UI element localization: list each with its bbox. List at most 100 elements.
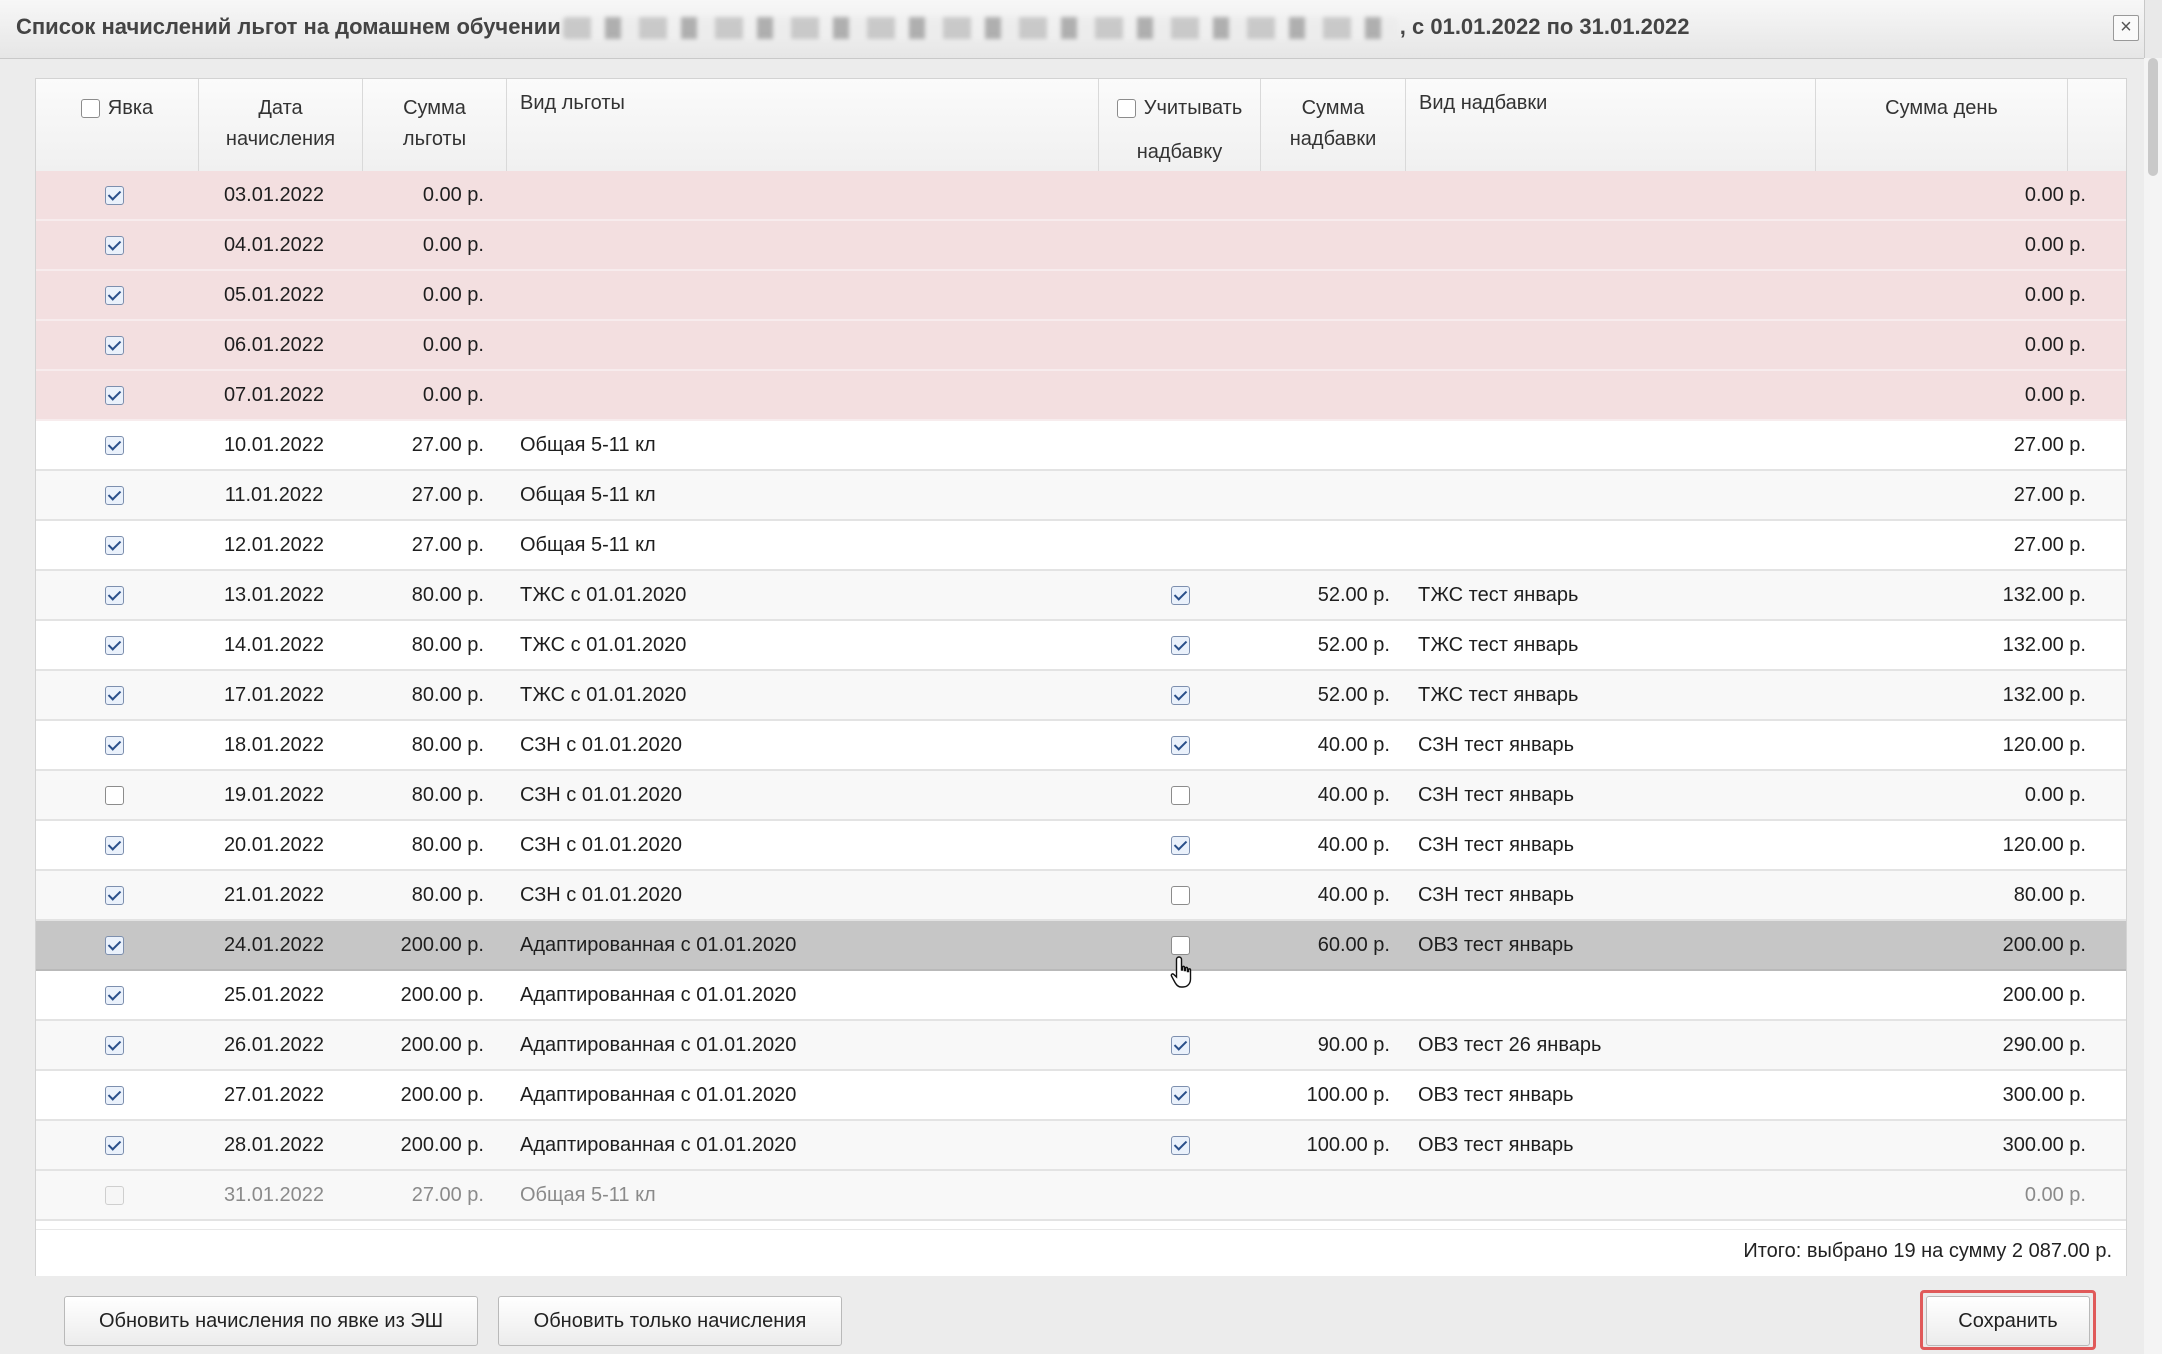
day-sum: 200.00 р. [2002, 934, 2086, 956]
header-allowance-line2: надбавку [1136, 141, 1223, 163]
attendance-checkbox[interactable] [104, 586, 124, 606]
attendance-checkbox[interactable] [104, 186, 124, 206]
accrual-date: 06.01.2022 [223, 334, 325, 356]
allowance-type [1418, 171, 1818, 219]
attendance-checkbox[interactable] [104, 436, 124, 456]
close-icon[interactable]: × [2113, 15, 2139, 41]
header-day-sum-label: Сумма день [1885, 97, 1998, 119]
consider-allowance-checkbox[interactable] [1170, 736, 1190, 756]
allowance-cell [1099, 471, 1261, 519]
save-button[interactable]: Сохранить [1926, 1296, 2090, 1346]
attendance-checkbox[interactable] [104, 386, 124, 406]
table-row[interactable]: 10.01.2022 27.00 р. Общая 5-11 кл 27.00 р. [36, 421, 2126, 471]
grid-total-bar: Итого: выбрано 19 на сумму 2 087.00 р. [36, 1229, 2126, 1276]
attendance-checkbox[interactable] [104, 636, 124, 656]
table-row[interactable]: 25.01.2022 200.00 р. Адаптированная с 01.0… [36, 971, 2126, 1021]
consider-allowance-checkbox[interactable] [1170, 836, 1190, 856]
scrollbar-thumb[interactable] [2148, 58, 2158, 176]
table-row[interactable]: 20.01.2022 80.00 р. СЗН с 01.01.2020 40.00 … [36, 821, 2126, 871]
table-row[interactable]: 11.01.2022 27.00 р. Общая 5-11 кл 27.00 р. [36, 471, 2126, 521]
benefit-sum: 200.00 р. [400, 1134, 484, 1156]
accrual-date: 14.01.2022 [223, 634, 325, 656]
allowance-sum [1261, 221, 1405, 269]
allowance-type [1418, 521, 1818, 569]
table-row[interactable]: 05.01.2022 0.00 р. 0.00 р. [36, 271, 2126, 321]
table-row[interactable]: 21.01.2022 80.00 р. СЗН с 01.01.2020 40.00 … [36, 871, 2126, 921]
consider-allowance-checkbox[interactable] [1170, 686, 1190, 706]
day-sum: 200.00 р. [2002, 984, 2086, 1006]
benefit-sum: 27.00 р. [411, 534, 484, 556]
table-row[interactable]: 06.01.2022 0.00 р. 0.00 р. [36, 321, 2126, 371]
attendance-checkbox[interactable] [104, 486, 124, 506]
table-row[interactable]: 12.01.2022 27.00 р. Общая 5-11 кл 27.00 р. [36, 521, 2126, 571]
consider-allowance-checkbox[interactable] [1170, 1036, 1190, 1056]
allowance-cell [1099, 421, 1261, 469]
select-all-attendance-checkbox[interactable] [80, 99, 100, 118]
total-summary: Итого: выбрано 19 на сумму 2 087.00 р. [1743, 1240, 2112, 1262]
table-row[interactable]: 19.01.2022 80.00 р. СЗН с 01.01.2020 40.00 … [36, 771, 2126, 821]
table-row[interactable]: 31.01.2022 27.00 р. Общая 5-11 кл 0.00 р. [36, 1171, 2126, 1221]
consider-allowance-checkbox[interactable] [1170, 586, 1190, 606]
attendance-checkbox[interactable] [104, 286, 124, 306]
table-row[interactable]: 17.01.2022 80.00 р. ТЖС с 01.01.2020 52.00 … [36, 671, 2126, 721]
table-row[interactable]: 24.01.2022 200.00 р. Адаптированная с 01.0… [36, 921, 2126, 971]
attendance-checkbox[interactable] [104, 236, 124, 256]
benefit-sum: 0.00 р. [422, 184, 484, 206]
table-row[interactable]: 14.01.2022 80.00 р. ТЖС с 01.01.2020 52.00 … [36, 621, 2126, 671]
attendance-checkbox[interactable] [104, 836, 124, 856]
attendance-checkbox[interactable] [104, 536, 124, 556]
allowance-cell [1099, 821, 1261, 869]
allowance-type [1418, 421, 1818, 469]
table-row[interactable]: 03.01.2022 0.00 р. 0.00 р. [36, 171, 2126, 221]
benefit-type [520, 371, 1120, 419]
accruals-grid: Явка Дата начисления Сумма льготы Вид ль… [35, 78, 2127, 1276]
day-sum: 0.00 р. [2024, 1184, 2086, 1206]
attendance-checkbox[interactable] [104, 1086, 124, 1106]
allowance-type: ОВЗ тест январь [1418, 1134, 1574, 1156]
day-sum: 0.00 р. [2024, 334, 2086, 356]
allowance-sum: 40.00 р. [1317, 884, 1390, 906]
attendance-checkbox[interactable] [104, 886, 124, 906]
select-all-allowance-checkbox[interactable] [1116, 99, 1136, 118]
benefit-sum: 80.00 р. [411, 734, 484, 756]
attendance-checkbox[interactable] [104, 986, 124, 1006]
vertical-scrollbar[interactable] [2144, 58, 2162, 1354]
attendance-checkbox[interactable] [104, 936, 124, 956]
allowance-type: ТЖС тест январь [1418, 684, 1579, 706]
attendance-checkbox[interactable] [104, 786, 124, 806]
consider-allowance-checkbox[interactable] [1170, 1086, 1190, 1106]
table-row[interactable]: 07.01.2022 0.00 р. 0.00 р. [36, 371, 2126, 421]
accrual-date: 07.01.2022 [223, 384, 325, 406]
table-row[interactable]: 27.01.2022 200.00 р. Адаптированная с 01.0… [36, 1071, 2126, 1121]
allowance-cell [1099, 221, 1261, 269]
benefit-type: Адаптированная с 01.01.2020 [520, 1084, 797, 1106]
consider-allowance-checkbox[interactable] [1170, 936, 1190, 956]
benefit-sum: 200.00 р. [400, 984, 484, 1006]
attendance-checkbox[interactable] [104, 1136, 124, 1156]
update-accruals-only-button[interactable]: Обновить только начисления [498, 1296, 842, 1346]
attendance-checkbox[interactable] [104, 686, 124, 706]
attendance-checkbox[interactable] [104, 336, 124, 356]
allowance-sum [1261, 321, 1405, 369]
consider-allowance-checkbox[interactable] [1170, 886, 1190, 906]
table-row[interactable]: 18.01.2022 80.00 р. СЗН с 01.01.2020 40.00 … [36, 721, 2126, 771]
attendance-checkbox[interactable] [104, 1036, 124, 1056]
consider-allowance-checkbox[interactable] [1170, 1136, 1190, 1156]
benefit-type [520, 221, 1120, 269]
attendance-cell [36, 271, 192, 319]
allowance-sum: 52.00 р. [1317, 584, 1390, 606]
table-row[interactable]: 04.01.2022 0.00 р. 0.00 р. [36, 221, 2126, 271]
attendance-checkbox[interactable] [104, 736, 124, 756]
table-row[interactable]: 28.01.2022 200.00 р. Адаптированная с 01.0… [36, 1121, 2126, 1171]
allowance-sum [1261, 421, 1405, 469]
hand-pointer-icon [1170, 956, 1192, 988]
consider-allowance-checkbox[interactable] [1170, 636, 1190, 656]
benefit-sum: 0.00 р. [422, 334, 484, 356]
table-row[interactable]: 26.01.2022 200.00 р. Адаптированная с 01.0… [36, 1021, 2126, 1071]
header-date: Дата начисления [199, 79, 363, 171]
table-row[interactable]: 13.01.2022 80.00 р. ТЖС с 01.01.2020 52.00 … [36, 571, 2126, 621]
redacted-student-name [562, 17, 1398, 40]
update-from-attendance-button[interactable]: Обновить начисления по явке из ЭШ [64, 1296, 478, 1346]
consider-allowance-checkbox[interactable] [1170, 786, 1190, 806]
allowance-cell [1099, 671, 1261, 719]
